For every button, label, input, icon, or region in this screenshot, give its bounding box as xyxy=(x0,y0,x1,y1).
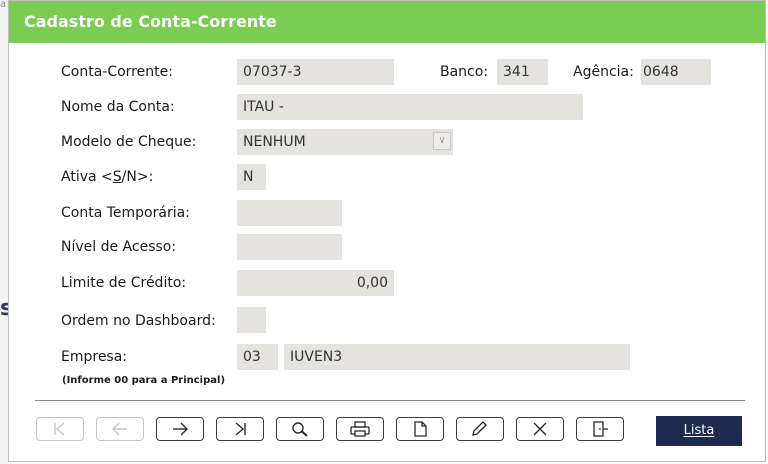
conta-corrente-field[interactable]: 07037-3 xyxy=(237,59,394,85)
next-record-button[interactable] xyxy=(156,417,204,441)
ativa-label-prefix: Ativa < xyxy=(61,169,113,185)
banco-field[interactable]: 341 xyxy=(497,59,548,85)
exit-icon xyxy=(593,421,608,437)
next-icon xyxy=(173,422,188,436)
agencia-field[interactable]: 0648 xyxy=(641,59,711,85)
last-record-button[interactable] xyxy=(216,417,264,441)
chevron-down-icon[interactable]: ∨ xyxy=(433,132,451,150)
empresa-hint: (Informe 00 para a Principal) xyxy=(62,375,226,386)
empresa-code-field[interactable]: 03 xyxy=(237,344,278,370)
empresa-name-field[interactable]: IUVEN3 xyxy=(284,344,630,370)
lista-button[interactable]: Lista xyxy=(656,416,742,446)
toolbar-separator xyxy=(35,400,745,401)
ordem-dashboard-label: Ordem no Dashboard: xyxy=(61,313,216,329)
new-document-icon xyxy=(414,421,427,437)
ativa-label: Ativa <S/N>: xyxy=(61,168,153,186)
dialog-title: Cadastro de Conta-Corrente xyxy=(9,1,765,43)
nivel-acesso-label: Nível de Acesso: xyxy=(61,239,177,255)
last-icon xyxy=(235,422,246,436)
ordem-dashboard-field[interactable] xyxy=(237,307,266,333)
search-icon xyxy=(292,422,308,437)
background-corner-text: a xyxy=(0,0,7,10)
print-button[interactable] xyxy=(336,417,384,441)
delete-icon xyxy=(533,422,547,436)
search-button[interactable] xyxy=(276,417,324,441)
ativa-field[interactable]: N xyxy=(237,164,266,190)
previous-icon xyxy=(112,422,127,436)
delete-button[interactable] xyxy=(516,417,564,441)
limite-credito-field[interactable]: 0,00 xyxy=(237,270,394,296)
nome-conta-field[interactable]: ITAU - xyxy=(237,94,583,120)
modelo-cheque-select[interactable]: NENHUM ∨ xyxy=(237,129,453,155)
conta-temporaria-label: Conta Temporária: xyxy=(61,205,190,221)
new-record-button[interactable] xyxy=(396,417,444,441)
conta-corrente-dialog: Cadastro de Conta-Corrente Conta-Corrent… xyxy=(8,0,766,462)
modelo-cheque-value: NENHUM xyxy=(243,134,306,150)
exit-button[interactable] xyxy=(576,417,624,441)
nome-conta-label: Nome da Conta: xyxy=(61,99,175,115)
edit-button[interactable] xyxy=(456,417,504,441)
agencia-label: Agência: xyxy=(573,64,634,80)
limite-credito-label: Limite de Crédito: xyxy=(61,275,187,291)
modelo-cheque-label: Modelo de Cheque: xyxy=(61,134,197,150)
empresa-label: Empresa: xyxy=(61,349,128,365)
first-icon xyxy=(54,422,65,436)
conta-corrente-label: Conta-Corrente: xyxy=(61,64,173,80)
edit-icon xyxy=(472,421,487,436)
background-strip xyxy=(0,0,8,464)
nivel-acesso-field[interactable] xyxy=(237,234,342,260)
ativa-label-accel: S xyxy=(112,169,122,185)
banco-label: Banco: xyxy=(440,64,489,80)
conta-temporaria-field[interactable] xyxy=(237,200,342,226)
previous-record-button[interactable] xyxy=(96,417,144,441)
ativa-label-suffix: /N>: xyxy=(121,169,154,185)
first-record-button[interactable] xyxy=(36,417,84,441)
print-icon xyxy=(350,421,370,437)
